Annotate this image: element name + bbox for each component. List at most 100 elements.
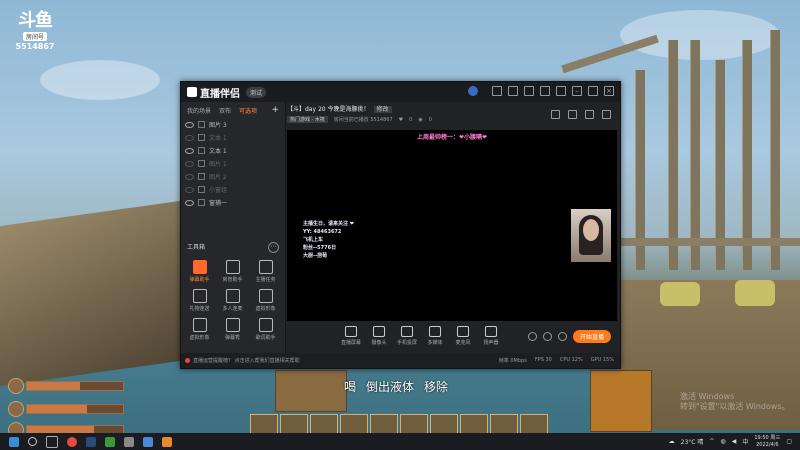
notice[interactable]: 直播运营提醒榜？ 点击进入帮我们直播相关帮助 (185, 357, 300, 364)
category-tag[interactable]: 热门游戏 · 木筏 (287, 116, 328, 123)
action-pour[interactable]: 倒出液体 (366, 378, 414, 395)
app-icon (187, 87, 197, 97)
wechat-icon[interactable] (105, 436, 115, 447)
eye-icon[interactable] (185, 121, 194, 128)
share-icon[interactable] (602, 110, 611, 119)
action-drink[interactable]: 喝 (344, 378, 356, 395)
hotbar-slot[interactable] (460, 414, 488, 435)
eye-icon[interactable] (185, 147, 194, 154)
hotbar-slot[interactable] (490, 414, 518, 435)
webcam-overlay[interactable] (571, 209, 611, 262)
hotbar-slot[interactable] (310, 414, 338, 435)
more-icon[interactable]: ⋯ (268, 242, 279, 253)
camera-button[interactable]: 摄像头 (365, 326, 393, 346)
scene-item-label: 小窗组 (209, 187, 228, 194)
tool-gift[interactable]: 礼物连送 (183, 289, 216, 312)
record-icon[interactable] (527, 331, 537, 341)
scene-item[interactable]: 窗捕一 (185, 196, 281, 209)
scene-item[interactable]: 文本 1 (185, 131, 281, 144)
screen-icon[interactable] (524, 86, 534, 96)
lock-icon[interactable] (198, 199, 205, 206)
timer-icon[interactable] (542, 331, 552, 341)
hotbar-slot[interactable] (430, 414, 458, 435)
close-icon[interactable]: × (604, 86, 614, 96)
task-view-icon[interactable] (46, 435, 58, 448)
eye-icon[interactable] (185, 199, 194, 206)
gift-icon[interactable] (551, 110, 560, 119)
tool-label: 多人连麦 (222, 306, 243, 312)
upload-icon[interactable] (585, 110, 594, 119)
lock-icon[interactable] (198, 147, 205, 154)
stream-preview[interactable]: 上周最帅榜一：❤小腰嗝❤ 主播生日，请来关注 ❤ YY: 48463672 飞机… (287, 130, 617, 321)
scene-item[interactable]: 图片 2 (185, 170, 281, 183)
tab-my-scenes[interactable]: 我的场景 (187, 106, 211, 115)
menu-icon[interactable] (556, 86, 566, 96)
chevron-up-icon[interactable]: ^ (709, 438, 714, 445)
tool-danmu-show[interactable]: 弹幕秀 (216, 318, 249, 341)
watermark-line: 转到"设置"以激活 Windows。 (680, 402, 790, 411)
tool-room-manager[interactable]: 房管助手 (216, 260, 249, 283)
hotbar-slot[interactable] (250, 414, 278, 435)
user-avatar[interactable] (468, 86, 478, 96)
webcam-face (583, 219, 599, 241)
speaker-button[interactable]: 扬声器 (477, 326, 505, 346)
eye-icon[interactable] (185, 134, 194, 141)
maximize-icon[interactable] (588, 86, 598, 96)
scene-item[interactable]: 图片 3 (185, 118, 281, 131)
eye-icon[interactable] (185, 173, 194, 180)
eye-icon[interactable] (185, 160, 194, 167)
steam-icon[interactable] (86, 436, 96, 447)
lock-icon[interactable] (198, 134, 205, 141)
lock-icon[interactable] (568, 110, 577, 119)
tool-multi-link[interactable]: 多人连麦 (216, 289, 249, 312)
minimize-icon[interactable]: – (572, 86, 582, 96)
tool-avatar[interactable]: 虚拟形象 (249, 289, 282, 312)
scene-item[interactable]: 图片 1 (185, 157, 281, 170)
start-stream-button[interactable]: 开始直播 (572, 329, 611, 343)
version-badge[interactable]: 测试 (246, 86, 267, 98)
tool-lyrics[interactable]: 歌词助手 (249, 318, 282, 341)
tab-double[interactable]: 双布 (219, 106, 231, 115)
clock[interactable]: 19:50 周三 2022/4/6 (754, 435, 780, 449)
message-icon[interactable] (492, 86, 502, 96)
weather-text[interactable]: 23°C 晴 (681, 437, 704, 446)
tab-options[interactable]: 可选项 (239, 106, 257, 115)
media-button[interactable]: 多媒体 (421, 326, 449, 346)
microphone-button[interactable]: 麦克风 (449, 326, 477, 346)
stream-title[interactable]: 【斗】day 20 今晚是海豚挑！ (287, 106, 370, 113)
chrome-icon[interactable] (67, 436, 77, 447)
search-icon[interactable] (28, 437, 37, 446)
lock-icon[interactable] (198, 160, 205, 167)
gift-icon (192, 289, 207, 303)
hotbar-slot[interactable] (340, 414, 368, 435)
hotbar-slot[interactable] (520, 414, 548, 435)
tool-tasks[interactable]: 主播任务 (249, 260, 282, 283)
ime-icon[interactable]: 中 (742, 437, 748, 446)
edit-title-button[interactable]: 修改 (373, 106, 392, 113)
windows-start-icon[interactable] (9, 436, 19, 447)
action-remove[interactable]: 移除 (424, 378, 448, 395)
phone-cast-button[interactable]: 手机投屏 (393, 326, 421, 346)
hotbar-slot[interactable] (400, 414, 428, 435)
scene-item[interactable]: 小窗组 (185, 183, 281, 196)
screen-capture-button[interactable]: 直播屏幕 (337, 326, 365, 346)
hotbar-slot[interactable] (370, 414, 398, 435)
network-icon[interactable]: ◍ (720, 438, 725, 445)
volume-icon[interactable]: ◀ (732, 438, 737, 445)
lock-icon[interactable] (198, 173, 205, 180)
live-companion-taskbar-icon[interactable] (162, 436, 172, 447)
notification-icon[interactable]: ▢ (786, 438, 792, 445)
app-icon[interactable] (124, 436, 134, 447)
scene-item[interactable]: 文本 1 (185, 144, 281, 157)
lock-icon[interactable] (198, 121, 205, 128)
lock-icon[interactable] (198, 186, 205, 193)
tool-avatar-2[interactable]: 虚拟形象 (183, 318, 216, 341)
gift-icon[interactable] (508, 86, 518, 96)
app-icon[interactable] (143, 436, 153, 447)
settings-icon[interactable] (557, 331, 567, 341)
hotbar-slot[interactable] (280, 414, 308, 435)
eye-icon[interactable] (185, 186, 194, 193)
tool-danmu[interactable]: 弹幕助手 (183, 260, 216, 283)
add-scene-icon[interactable]: + (271, 105, 279, 115)
settings-icon[interactable] (540, 86, 550, 96)
